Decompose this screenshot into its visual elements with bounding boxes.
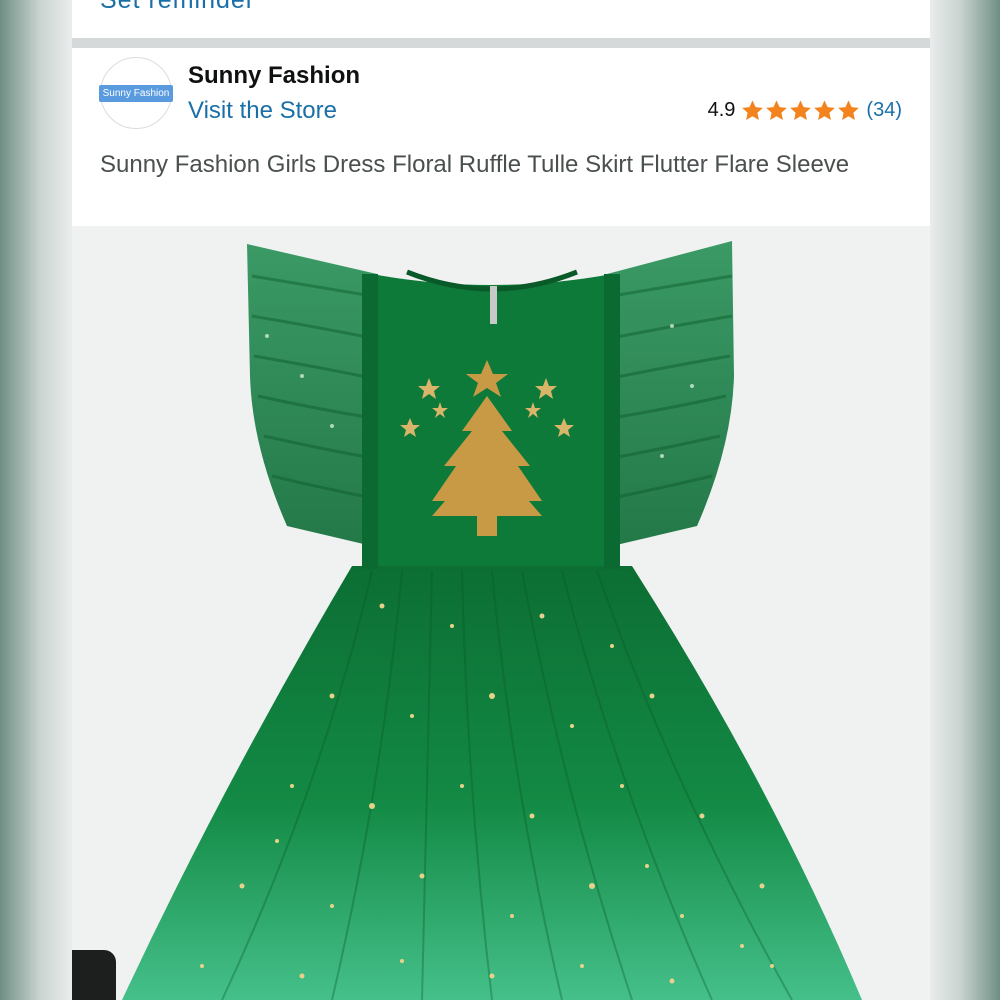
store-logo-text: Sunny Fashion <box>98 84 174 102</box>
star-icon <box>790 100 812 120</box>
star-icon <box>742 100 764 120</box>
store-header: Sunny Fashion Sunny Fashion Visit the St… <box>72 48 930 226</box>
green-dress-image <box>122 241 862 1000</box>
rating-value: 4.9 <box>707 99 736 121</box>
star-icon <box>814 100 836 120</box>
reminder-bar: Set reminder <box>72 0 930 38</box>
image-corner-overlay <box>72 950 116 1000</box>
star-icon <box>838 100 860 120</box>
section-divider <box>72 38 930 48</box>
product-image[interactable] <box>72 226 930 1000</box>
product-title: Sunny Fashion Girls Dress Floral Ruffle … <box>100 151 850 178</box>
store-logo[interactable]: Sunny Fashion <box>98 57 174 129</box>
rating-summary[interactable]: 4.9 (34) <box>708 99 902 122</box>
store-name: Sunny Fashion <box>188 62 361 89</box>
visit-store-link[interactable]: Visit the Store <box>188 97 337 125</box>
rating-count-link[interactable]: (34) <box>866 99 902 122</box>
rating-stars <box>741 99 860 122</box>
star-icon <box>766 100 788 120</box>
product-screen: Set reminder Sunny Fashion Sunny Fashion… <box>72 0 930 1000</box>
set-reminder-link[interactable]: Set reminder <box>100 0 255 15</box>
